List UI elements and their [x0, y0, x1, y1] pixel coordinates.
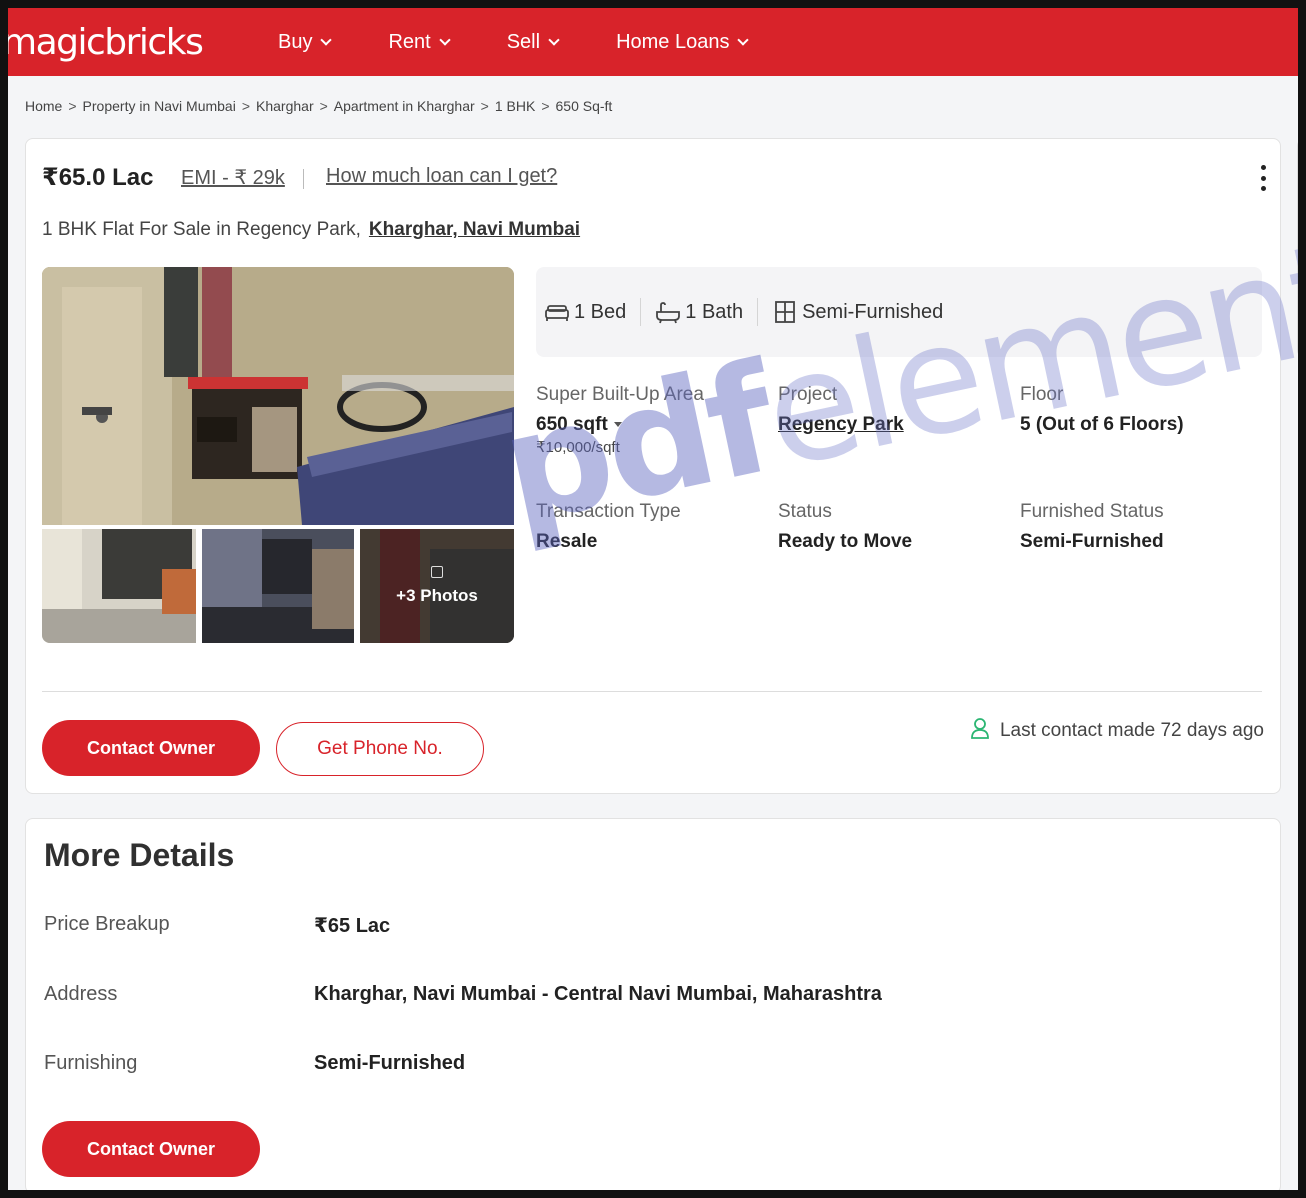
- wardrobe-icon: [772, 300, 798, 324]
- fact-area-label: Super Built-Up Area: [536, 384, 704, 405]
- more-details-title: More Details: [44, 837, 235, 873]
- chevron-down-icon: [548, 33, 560, 46]
- fact-floor-value: 5 (Out of 6 Floors): [1020, 414, 1184, 435]
- divider: [42, 691, 1262, 692]
- fact-project-link[interactable]: Regency Park: [778, 414, 904, 436]
- magicbricks-logo[interactable]: magicbricks: [8, 22, 272, 63]
- breadcrumb-kharghar[interactable]: Kharghar: [256, 98, 314, 114]
- listing-location-link[interactable]: Kharghar, Navi Mumbai: [369, 219, 580, 240]
- detail-price-key: Price Breakup: [44, 913, 170, 935]
- last-contact-info: Last contact made 72 days ago: [970, 717, 1264, 745]
- thumbnail-2[interactable]: [202, 529, 354, 643]
- fact-area-rate: ₹10,000/sqft: [536, 439, 620, 456]
- divider: [303, 169, 304, 189]
- fact-floor-label: Floor: [1020, 384, 1064, 405]
- property-summary-bar: 1 Bed 1 Bath Semi-Furnished: [536, 267, 1262, 357]
- breadcrumb-separator: >: [319, 98, 328, 114]
- page-frame: magicbricks Buy Rent Sell Home Loans Hom…: [0, 0, 1306, 1198]
- bathtub-icon: [655, 300, 681, 324]
- fact-project-label: Project: [778, 384, 838, 405]
- listing-card: ₹65.0 Lac EMI - ₹ 29k How much loan can …: [25, 138, 1281, 794]
- caret-down-icon: [613, 422, 622, 428]
- detail-address-key: Address: [44, 983, 118, 1005]
- breadcrumb-separator: >: [68, 98, 77, 114]
- detail-furnishing-key: Furnishing: [44, 1052, 138, 1074]
- detail-address-value: Kharghar, Navi Mumbai - Central Navi Mum…: [314, 983, 882, 1005]
- chevron-down-icon: [737, 33, 750, 46]
- detail-row-furnishing: Furnishing Semi-Furnished: [44, 1052, 465, 1075]
- breadcrumb-separator: >: [480, 98, 489, 114]
- fact-furnished: Furnished Status Semi-Furnished: [1020, 501, 1164, 553]
- room-photo-image: [42, 529, 196, 643]
- bath-count-label: 1 Bath: [685, 300, 744, 323]
- fact-project: Project Regency Park: [778, 384, 904, 436]
- gallery-icon: [431, 566, 443, 578]
- thumbnail-more[interactable]: +3 Photos: [360, 529, 514, 643]
- breadcrumb: Home > Property in Navi Mumbai > Khargha…: [25, 98, 612, 114]
- more-photos-label: +3 Photos: [396, 586, 478, 605]
- breadcrumb-1bhk[interactable]: 1 BHK: [495, 98, 535, 114]
- contact-owner-button[interactable]: Contact Owner: [42, 720, 260, 776]
- fact-furnished-value: Semi-Furnished: [1020, 531, 1164, 552]
- contact-owner-button-bottom[interactable]: Contact Owner: [42, 1121, 260, 1177]
- more-details-card: More Details Price Breakup ₹65 Lac Addre…: [25, 818, 1281, 1190]
- nav-buy-label: Buy: [278, 30, 313, 53]
- last-contact-text: Last contact made 72 days ago: [999, 720, 1264, 741]
- more-photos-overlay[interactable]: +3 Photos: [360, 529, 514, 643]
- bedroom-photo-image: [42, 267, 514, 525]
- furnishing-label: Semi-Furnished: [802, 300, 944, 323]
- nav-sell-label: Sell: [506, 30, 541, 53]
- fact-furnished-label: Furnished Status: [1020, 501, 1164, 522]
- loan-eligibility-link[interactable]: How much loan can I get?: [326, 165, 557, 188]
- kitchen-photo-image: [202, 529, 354, 643]
- breadcrumb-property-navi-mumbai[interactable]: Property in Navi Mumbai: [83, 98, 236, 114]
- nav-sell[interactable]: Sell: [506, 30, 560, 54]
- listing-title: 1 BHK Flat For Sale in Regency Park, Khar…: [42, 219, 580, 241]
- fact-floor: Floor 5 (Out of 6 Floors): [1020, 384, 1184, 436]
- fact-transaction-value: Resale: [536, 531, 598, 552]
- side-panel-edge: [1297, 138, 1298, 358]
- fact-status: Status Ready to Move: [778, 501, 912, 553]
- nav-rent-label: Rent: [388, 30, 431, 53]
- chevron-down-icon: [320, 33, 333, 46]
- detail-price-value: ₹65 Lac: [314, 915, 391, 937]
- breadcrumb-home[interactable]: Home: [25, 98, 62, 114]
- emi-link[interactable]: EMI - ₹ 29k: [181, 165, 285, 190]
- user-icon: [970, 717, 990, 745]
- nav-buy[interactable]: Buy: [278, 30, 333, 54]
- nav-home-loans[interactable]: Home Loans: [616, 30, 750, 54]
- fact-area-value: 650 sqft: [536, 414, 608, 435]
- fact-area: Super Built-Up Area 650 sqft ₹10,000/sqf…: [536, 384, 704, 456]
- breadcrumb-separator: >: [541, 98, 550, 114]
- detail-furnishing-value: Semi-Furnished: [314, 1052, 466, 1074]
- bed-icon: [544, 300, 570, 324]
- listing-title-text: 1 BHK Flat For Sale in Regency Park,: [42, 219, 361, 240]
- divider: [640, 298, 642, 326]
- nav-home-loans-label: Home Loans: [616, 30, 730, 53]
- more-options-icon[interactable]: [1260, 165, 1266, 191]
- fact-status-value: Ready to Move: [778, 531, 913, 552]
- bed-count-label: 1 Bed: [574, 300, 627, 323]
- thumbnail-1[interactable]: [42, 529, 196, 643]
- breadcrumb-separator: >: [241, 98, 251, 114]
- listing-price: ₹65.0 Lac: [42, 164, 154, 191]
- fact-status-label: Status: [778, 501, 832, 522]
- fact-transaction-label: Transaction Type: [536, 501, 681, 522]
- breadcrumb-area: 650 Sq-ft: [555, 98, 613, 114]
- bed-count: 1 Bed: [544, 300, 626, 324]
- top-navbar: magicbricks Buy Rent Sell Home Loans: [8, 8, 1298, 76]
- chevron-down-icon: [439, 33, 451, 46]
- furnishing-status: Semi-Furnished: [772, 300, 943, 324]
- nav-rent[interactable]: Rent: [388, 30, 451, 54]
- breadcrumb-apartment-kharghar[interactable]: Apartment in Kharghar: [334, 98, 475, 114]
- detail-row-address: Address Kharghar, Navi Mumbai - Central …: [44, 983, 882, 1006]
- fact-area-value-row[interactable]: 650 sqft: [536, 414, 704, 436]
- main-photo[interactable]: [42, 267, 514, 525]
- divider: [757, 298, 759, 326]
- get-phone-button[interactable]: Get Phone No.: [276, 722, 484, 776]
- fact-transaction: Transaction Type Resale: [536, 501, 681, 553]
- bath-count: 1 Bath: [655, 300, 743, 324]
- detail-row-price: Price Breakup ₹65 Lac: [44, 913, 390, 938]
